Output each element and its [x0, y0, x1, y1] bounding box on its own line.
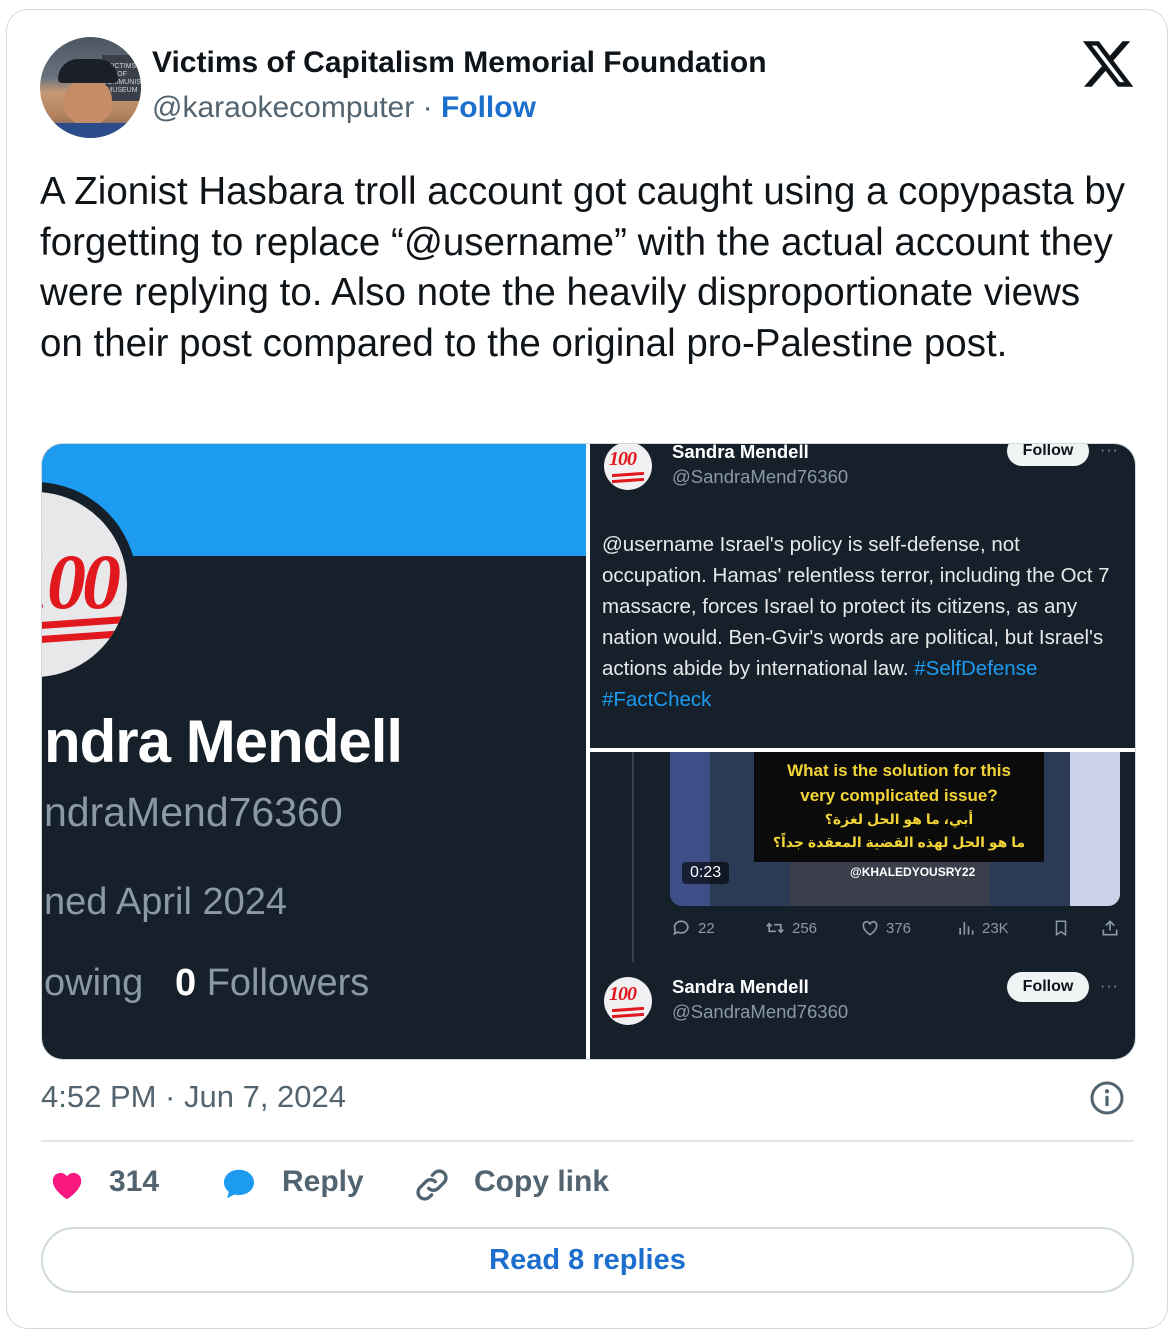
author-handle-row: @karaokecomputer · Follow — [152, 91, 536, 125]
reply-follow-button: Follow — [1007, 444, 1089, 466]
link-icon[interactable] — [412, 1165, 452, 1205]
video-duration: 0:23 — [682, 862, 730, 884]
profile-joined-date: ned April 2024 — [44, 881, 287, 923]
more-icon: ··· — [1100, 978, 1119, 995]
heart-icon[interactable] — [48, 1167, 86, 1203]
hundred-emoji-icon: 100 — [609, 448, 637, 470]
bottom-post-author-name: Sandra Mendell — [672, 976, 809, 997]
divider — [41, 1140, 1134, 1142]
author-handle[interactable]: @karaokecomputer — [152, 91, 414, 124]
bookmark-icon — [1055, 920, 1067, 937]
read-replies-button[interactable]: Read 8 replies — [41, 1227, 1134, 1293]
media-profile-screenshot[interactable]: 100 ndra Mendell ndraMend76360 ned April… — [42, 444, 586, 1059]
reply-avatar: 100 — [604, 444, 652, 490]
profile-handle: ndraMend76360 — [44, 789, 343, 835]
hundred-emoji-icon: 100 — [609, 983, 637, 1005]
tweet-text: A Zionist Hasbara troll account got caug… — [40, 170, 1126, 365]
tweet-timestamp[interactable]: 4:52 PM · Jun 7, 2024 — [41, 1079, 346, 1115]
copy-link-button[interactable]: Copy link — [474, 1165, 609, 1199]
reply-bubble-icon[interactable] — [219, 1165, 259, 1203]
video-thumbnail: What is the solution for this very compl… — [670, 752, 1120, 906]
share-icon — [1102, 920, 1118, 936]
thread-line — [632, 752, 634, 962]
repost-icon — [766, 922, 784, 934]
hundred-emoji-icon: 100 — [42, 538, 121, 625]
bottom-post-follow-button: Follow — [1007, 972, 1089, 1002]
follow-link[interactable]: Follow — [441, 91, 536, 124]
reply-button[interactable]: Reply — [282, 1165, 364, 1199]
followers-count: 0 — [174, 962, 197, 1004]
like-count[interactable]: 314 — [109, 1165, 159, 1199]
bottom-post-author-handle: @SandraMend76360 — [672, 1001, 849, 1022]
followers-label: Followers — [206, 962, 370, 1004]
author-avatar[interactable]: VICTIMS OF COMMUNISM MUSEUM — [40, 37, 141, 138]
views-icon — [959, 922, 974, 935]
comment-icon — [673, 920, 689, 936]
profile-name: ndra Mendell — [44, 708, 403, 775]
tweet-media-grid[interactable]: 100 ndra Mendell ndraMend76360 ned April… — [41, 443, 1136, 1060]
bottom-post-avatar: 100 — [604, 977, 652, 1025]
video-watermark: @KHALEDYOUSRY22 — [850, 865, 976, 879]
profile-follow-stats: owing 0 Followers — [44, 962, 369, 1005]
handle-separator: · — [422, 91, 433, 124]
more-icon: ··· — [1100, 444, 1119, 459]
reply-author-handle: @SandraMend76360 — [672, 466, 849, 487]
media-reply-screenshot[interactable]: 100 Sandra Mendell @SandraMend76360 Foll… — [590, 444, 1135, 748]
heart-icon — [862, 920, 878, 936]
reply-text: @username Israel's policy is self-defens… — [602, 529, 1127, 715]
video-post-actions: 22 256 376 23K — [672, 918, 1122, 942]
following-label: owing — [44, 962, 144, 1004]
x-logo-icon[interactable] — [1080, 36, 1136, 92]
video-caption: What is the solution for this very compl… — [754, 752, 1044, 862]
media-video-screenshot[interactable]: What is the solution for this very compl… — [590, 752, 1135, 1059]
reply-author-name: Sandra Mendell — [672, 444, 809, 462]
author-name[interactable]: Victims of Capitalism Memorial Foundatio… — [152, 46, 767, 80]
info-icon[interactable] — [1089, 1080, 1125, 1116]
